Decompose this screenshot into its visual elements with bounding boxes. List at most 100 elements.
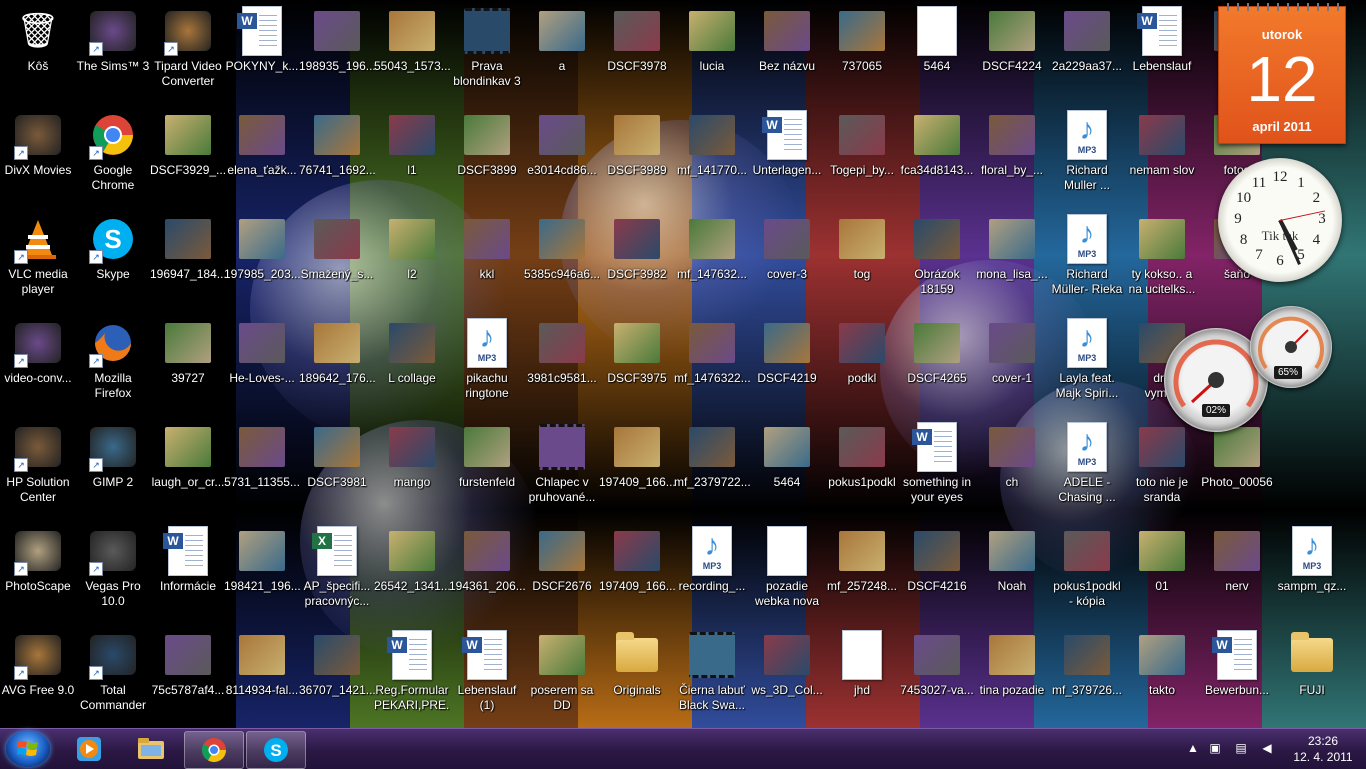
desktop-icon[interactable]: 737065 bbox=[824, 0, 900, 104]
desktop-icon[interactable]: poserem sa DD bbox=[524, 624, 600, 728]
desktop-icon[interactable]: furstenfeld bbox=[449, 416, 525, 520]
desktop-icon[interactable]: takto bbox=[1124, 624, 1200, 728]
desktop-icon[interactable]: 197409_166... bbox=[599, 416, 675, 520]
desktop-icon[interactable]: 8114934-fal... bbox=[224, 624, 300, 728]
desktop-icon[interactable]: 198935_196... bbox=[299, 0, 375, 104]
desktop-icon[interactable]: DSCF3975 bbox=[599, 312, 675, 416]
desktop-icon[interactable]: 197409_166... bbox=[599, 520, 675, 624]
desktop-icon[interactable]: ty kokso.. a na ucitelks... bbox=[1124, 208, 1200, 312]
desktop-icon[interactable]: tog bbox=[824, 208, 900, 312]
desktop-icon[interactable]: 198421_196... bbox=[224, 520, 300, 624]
desktop-icon[interactable]: W POKYNY_k... bbox=[224, 0, 300, 104]
desktop-icon[interactable]: 194361_206... bbox=[449, 520, 525, 624]
desktop-icon[interactable]: ↗ VLC media player bbox=[0, 208, 76, 312]
desktop-icon[interactable]: nemam slov bbox=[1124, 104, 1200, 208]
desktop-icon[interactable]: l1 bbox=[374, 104, 450, 208]
desktop-icon[interactable]: 36707_1421... bbox=[299, 624, 375, 728]
desktop-icon[interactable]: ♪ MP3 Richard Muller ... bbox=[1049, 104, 1125, 208]
desktop-icon[interactable]: nerv bbox=[1199, 520, 1275, 624]
desktop-icon[interactable]: ↗ HP Solution Center bbox=[0, 416, 76, 520]
clock-gadget[interactable]: Tik tak 12 1 2 3 4 5 6 7 8 9 10 11 bbox=[1218, 158, 1342, 282]
desktop-icon[interactable]: DSCF3982 bbox=[599, 208, 675, 312]
network-icon[interactable]: ▤ bbox=[1234, 741, 1248, 755]
desktop-icon[interactable]: 🗑 Kôš bbox=[0, 0, 76, 104]
desktop-icon[interactable]: Čierna labuť Black Swa... bbox=[674, 624, 750, 728]
desktop-icon[interactable]: ↗ DivX Movies bbox=[0, 104, 76, 208]
desktop-icon[interactable]: W Unterlagen... bbox=[749, 104, 825, 208]
desktop-icon[interactable]: a bbox=[524, 0, 600, 104]
desktop-icon[interactable]: ch bbox=[974, 416, 1050, 520]
taskbar-skype[interactable]: S bbox=[246, 731, 306, 769]
taskbar-explorer[interactable] bbox=[122, 731, 180, 767]
desktop-icon[interactable]: pokus1podkl - kópia bbox=[1049, 520, 1125, 624]
desktop-icon[interactable]: Noah bbox=[974, 520, 1050, 624]
desktop-icon[interactable]: DSCF3981 bbox=[299, 416, 375, 520]
desktop-icon[interactable]: 5385c946a6... bbox=[524, 208, 600, 312]
taskbar-clock[interactable]: 23:26 12. 4. 2011 bbox=[1288, 733, 1358, 765]
calendar-gadget[interactable]: utorok 12 april 2011 bbox=[1218, 3, 1346, 144]
desktop-icon[interactable]: mf_1476322... bbox=[674, 312, 750, 416]
desktop-icon[interactable]: Togepi_by... bbox=[824, 104, 900, 208]
desktop-icon[interactable]: 3981c9581... bbox=[524, 312, 600, 416]
desktop-icon[interactable]: mona_lisa_... bbox=[974, 208, 1050, 312]
taskbar-chrome[interactable] bbox=[184, 731, 244, 769]
desktop-icon[interactable]: X AP_špecifi... pracovnýc... bbox=[299, 520, 375, 624]
desktop-icon[interactable]: Bez názvu bbox=[749, 0, 825, 104]
desktop-icon[interactable]: 55043_1573... bbox=[374, 0, 450, 104]
desktop-icon[interactable]: Prava blondinkav 3 bbox=[449, 0, 525, 104]
desktop-icon[interactable]: mf_147632... bbox=[674, 208, 750, 312]
desktop-icon[interactable]: DSCF3978 bbox=[599, 0, 675, 104]
desktop-icon[interactable]: DSCF3899 bbox=[449, 104, 525, 208]
desktop-icon[interactable]: Chlapec v pruhované... bbox=[524, 416, 600, 520]
desktop-icon[interactable]: L collage bbox=[374, 312, 450, 416]
desktop-icon[interactable]: 5464 bbox=[899, 0, 975, 104]
desktop-icon[interactable]: ↗ Google Chrome bbox=[75, 104, 151, 208]
desktop-icon[interactable]: 75c5787af4... bbox=[150, 624, 226, 728]
desktop-icon[interactable]: 189642_176... bbox=[299, 312, 375, 416]
desktop-icon[interactable]: DSCF4224 bbox=[974, 0, 1050, 104]
desktop-icon[interactable]: Wsomething in your eyes bbox=[899, 416, 975, 520]
desktop-icon[interactable]: ↗ The Sims™ 3 bbox=[75, 0, 151, 104]
start-button[interactable] bbox=[6, 731, 50, 767]
desktop-icon[interactable]: lucia bbox=[674, 0, 750, 104]
desktop-icon[interactable]: Obrázok 18159 bbox=[899, 208, 975, 312]
desktop-icon[interactable]: mf_141770... bbox=[674, 104, 750, 208]
desktop-icon[interactable]: ↗ PhotoScape bbox=[0, 520, 76, 624]
volume-icon[interactable]: ◀ bbox=[1260, 741, 1274, 755]
desktop-icon[interactable]: 7453027-va... bbox=[899, 624, 975, 728]
taskbar-media-player[interactable] bbox=[60, 731, 118, 767]
desktop-icon[interactable]: cover-1 bbox=[974, 312, 1050, 416]
desktop-icon[interactable]: DSCF2676 bbox=[524, 520, 600, 624]
desktop-icon[interactable]: 197985_203... bbox=[224, 208, 300, 312]
desktop-icon[interactable]: podkl bbox=[824, 312, 900, 416]
desktop-icon[interactable]: ↗ AVG Free 9.0 bbox=[0, 624, 76, 728]
desktop-icon[interactable]: floral_by_... bbox=[974, 104, 1050, 208]
safely-remove-hardware-icon[interactable]: ▣ bbox=[1208, 741, 1222, 755]
desktop-icon[interactable]: ♪ MP3 recording_... bbox=[674, 520, 750, 624]
show-hidden-icons-icon[interactable]: ▲ bbox=[1186, 741, 1200, 755]
desktop-icon[interactable]: DSCF4265 bbox=[899, 312, 975, 416]
desktop-icon[interactable]: laugh_or_cr... bbox=[150, 416, 226, 520]
desktop-icon[interactable]: He-Loves-... bbox=[224, 312, 300, 416]
desktop-icon[interactable]: 39727 bbox=[150, 312, 226, 416]
desktop-icon[interactable]: DSCF4216 bbox=[899, 520, 975, 624]
desktop-icon[interactable]: jhd bbox=[824, 624, 900, 728]
desktop-icon[interactable]: Smažený_s... bbox=[299, 208, 375, 312]
desktop-icon[interactable]: DSCF4219 bbox=[749, 312, 825, 416]
desktop-icon[interactable]: ♪ MP3 sampm_qz... bbox=[1274, 520, 1350, 624]
desktop-icon[interactable]: 5464 bbox=[749, 416, 825, 520]
desktop-icon[interactable]: 196947_184... bbox=[150, 208, 226, 312]
desktop-icon[interactable]: pozadie webka nova bbox=[749, 520, 825, 624]
desktop-icon[interactable]: S ↗ Skype bbox=[75, 208, 151, 312]
desktop-icon[interactable]: e3014cd86... bbox=[524, 104, 600, 208]
desktop-icon[interactable]: ↗ Total Commander bbox=[75, 624, 151, 728]
desktop-icon[interactable]: W Reg.Formular PEKARI,PRE... bbox=[374, 624, 450, 728]
desktop-icon[interactable]: W Lebenslauf (1) bbox=[449, 624, 525, 728]
desktop-icon[interactable]: 5731_11355... bbox=[224, 416, 300, 520]
desktop-icon[interactable]: ↗ Tipard Video Converter bbox=[150, 0, 226, 104]
desktop-icon[interactable]: 26542_1341... bbox=[374, 520, 450, 624]
cpu-meter-gadget[interactable]: 02% 65% bbox=[1164, 302, 1334, 434]
desktop-icon[interactable]: Originals bbox=[599, 624, 675, 728]
desktop-icon[interactable]: ♪ MP3 ADELE - Chasing ... bbox=[1049, 416, 1125, 520]
desktop-icon[interactable]: elena_ťažk... bbox=[224, 104, 300, 208]
